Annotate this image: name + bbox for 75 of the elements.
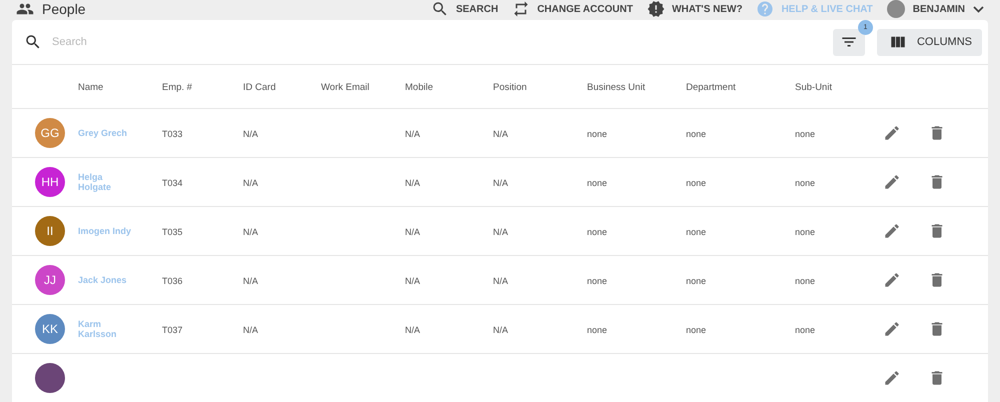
columns-button[interactable]: COLUMNS bbox=[876, 28, 982, 56]
person-name-link[interactable]: Grey Grech bbox=[78, 128, 132, 138]
table-cell: N/A bbox=[405, 178, 420, 188]
switch-link[interactable]: CHANGE ACCOUNT bbox=[512, 0, 633, 18]
table-cell: N/A bbox=[493, 276, 508, 286]
table-cell: N/A bbox=[243, 178, 258, 188]
table-cell: N/A bbox=[493, 178, 508, 188]
exclamation-badge-icon bbox=[646, 0, 665, 18]
column-header: Mobile bbox=[405, 82, 433, 93]
table-cell: none bbox=[686, 325, 706, 335]
table-cell: none bbox=[795, 129, 816, 139]
table-cell: none bbox=[587, 129, 608, 139]
table-cell: T037 bbox=[162, 325, 183, 335]
column-header: Name bbox=[78, 82, 104, 93]
column-header: Department bbox=[686, 82, 736, 93]
search-icon bbox=[430, 0, 449, 18]
avatar-initials: HH bbox=[35, 167, 65, 197]
filter-button[interactable] bbox=[832, 28, 865, 56]
avatar-initials: KK bbox=[35, 314, 65, 344]
help-link[interactable]: HELP & LIVE CHAT bbox=[756, 0, 873, 18]
column-header: Business Unit bbox=[587, 82, 646, 93]
search-link[interactable]: SEARCH bbox=[430, 0, 498, 18]
person-name-link[interactable]: Jack Jones bbox=[78, 275, 132, 285]
table-cell: none bbox=[686, 276, 706, 286]
column-header: Emp. # bbox=[162, 82, 192, 93]
table-cell: none bbox=[795, 178, 816, 188]
person-name-link[interactable]: Helga Holgate bbox=[78, 172, 132, 192]
avatar-icon bbox=[886, 0, 905, 18]
table-cell: none bbox=[587, 325, 608, 335]
table-cell: none bbox=[795, 325, 816, 335]
table-cell: N/A bbox=[405, 227, 420, 237]
table-cell: N/A bbox=[243, 129, 258, 139]
pencil-icon bbox=[883, 320, 901, 338]
table-cell: none bbox=[686, 178, 706, 188]
person-name-link[interactable]: Karm Karlsson bbox=[78, 319, 132, 339]
news-link[interactable]: WHAT'S NEW? bbox=[646, 0, 742, 18]
table-cell: N/A bbox=[243, 227, 258, 237]
table-cell: T033 bbox=[162, 129, 183, 139]
table-cell: none bbox=[587, 178, 608, 188]
column-header: Position bbox=[493, 82, 527, 93]
table-cell: none bbox=[587, 227, 608, 237]
pencil-icon bbox=[883, 369, 901, 387]
person-name-link[interactable]: Imogen Indy bbox=[78, 226, 132, 236]
column-header: Sub-Unit bbox=[795, 82, 832, 93]
table-cell: none bbox=[587, 276, 608, 286]
pencil-icon bbox=[883, 222, 901, 240]
column-header: ID Card bbox=[243, 82, 276, 93]
table-cell: T035 bbox=[162, 227, 183, 237]
table-cell: none bbox=[686, 227, 706, 237]
column-header: Work Email bbox=[321, 82, 370, 93]
page-title: People bbox=[42, 1, 86, 17]
swap-arrows-icon bbox=[512, 0, 530, 18]
pencil-icon bbox=[883, 124, 901, 142]
search-icon bbox=[24, 33, 42, 51]
table-cell: N/A bbox=[493, 129, 508, 139]
table-cell: N/A bbox=[493, 227, 508, 237]
avatar-initials: II bbox=[35, 216, 65, 246]
avatar-initials: GG bbox=[35, 118, 65, 148]
table-cell: none bbox=[795, 276, 816, 286]
table-cell: none bbox=[686, 129, 706, 139]
table-cell: N/A bbox=[405, 276, 420, 286]
table-cell: none bbox=[795, 227, 816, 237]
table-cell: N/A bbox=[405, 129, 420, 139]
help-icon bbox=[756, 0, 774, 18]
user-menu-button[interactable]: BENJAMIN bbox=[886, 0, 984, 18]
table-cell: T034 bbox=[162, 178, 183, 188]
pencil-icon bbox=[883, 271, 901, 289]
pencil-icon bbox=[883, 173, 901, 191]
table-cell: T036 bbox=[162, 276, 183, 286]
table-cell: N/A bbox=[493, 325, 508, 335]
table-cell: N/A bbox=[405, 325, 420, 335]
caret-icon bbox=[973, 6, 984, 12]
avatar-initials: JJ bbox=[35, 265, 65, 295]
table-cell: N/A bbox=[243, 325, 258, 335]
table-cell: N/A bbox=[243, 276, 258, 286]
